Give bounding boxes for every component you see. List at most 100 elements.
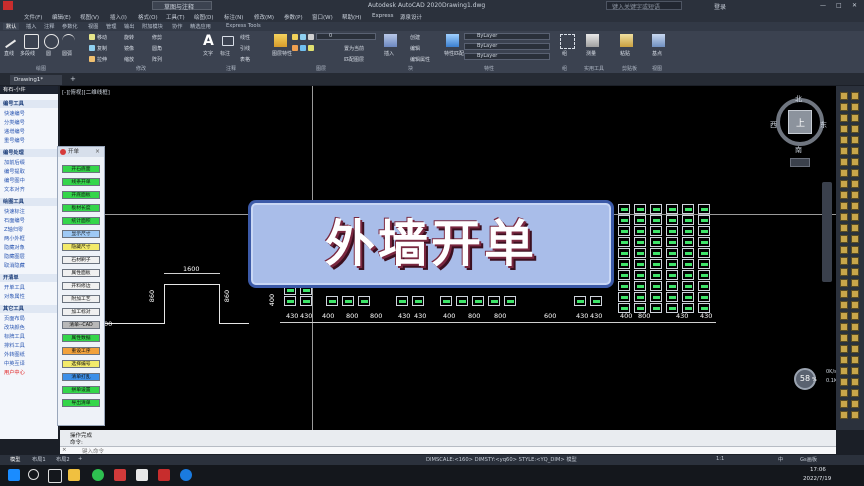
navigation-bar[interactable] — [822, 182, 832, 282]
move-button[interactable]: 移动 — [97, 34, 107, 41]
paste-button[interactable]: 粘贴 — [620, 50, 630, 57]
right-toolbar-button[interactable] — [851, 345, 859, 353]
kaidan-button[interactable]: 导出清单 — [62, 399, 100, 407]
circle-button[interactable]: 圆 — [46, 50, 51, 57]
right-toolbar-button[interactable] — [851, 279, 859, 287]
right-toolbar-button[interactable] — [840, 389, 848, 397]
right-toolbar-button[interactable] — [851, 356, 859, 364]
tab-output[interactable]: 输出 — [124, 23, 134, 30]
palette-item[interactable]: 两小外框 — [4, 235, 25, 242]
layer-tool2-icon[interactable] — [300, 45, 306, 51]
menu-format[interactable]: 格式(O) — [138, 13, 158, 21]
right-toolbar-button[interactable] — [840, 114, 848, 122]
compass-west[interactable]: 西 — [770, 120, 777, 130]
kaidan-button[interactable]: 开底面板 — [62, 191, 100, 199]
right-toolbar-button[interactable] — [840, 246, 848, 254]
array-button[interactable]: 阵列 — [152, 56, 162, 63]
palette-item[interactable]: 中英互译 — [4, 360, 25, 367]
tab-annotate[interactable]: 注释 — [44, 23, 54, 30]
command-input[interactable]: 键入命令 — [82, 447, 104, 455]
palette-section-header[interactable]: 其它工具 — [0, 305, 58, 313]
layer-bulb-icon[interactable] — [292, 34, 298, 40]
right-toolbar-button[interactable] — [840, 378, 848, 386]
scale-button[interactable]: 缩放 — [124, 56, 134, 63]
palette-section-header[interactable]: 编号工具 — [0, 100, 58, 108]
right-toolbar-button[interactable] — [851, 136, 859, 144]
insert-block-button[interactable]: 插入 — [384, 50, 394, 57]
compass-south[interactable]: 南 — [795, 145, 802, 155]
layer-lock-icon[interactable] — [308, 34, 314, 40]
menu-window[interactable]: 窗口(W) — [312, 13, 333, 21]
compass-north[interactable]: 北 — [795, 94, 802, 104]
lineweight-dropdown[interactable]: ByLayer — [464, 53, 550, 60]
windows-start-icon[interactable] — [8, 469, 20, 481]
compass-east[interactable]: 东 — [820, 120, 827, 130]
kaidan-button[interactable]: 显示尺寸 — [62, 230, 100, 238]
edit-block-button[interactable]: 编辑 — [410, 45, 420, 52]
tab-drawing1[interactable]: Drawing1* — [10, 75, 62, 85]
new-tab-icon[interactable]: + — [70, 75, 76, 83]
layer-dropdown[interactable]: 0 — [316, 33, 376, 40]
tab-default[interactable]: 默认 — [3, 23, 20, 30]
tab-layout1[interactable]: 布局1 — [32, 456, 46, 463]
fillet-button[interactable]: 圆角 — [152, 45, 162, 52]
kaidan-button[interactable]: 石材刷子 — [62, 256, 100, 264]
arc-button[interactable]: 圆弧 — [62, 50, 72, 57]
kaidan-button[interactable]: 清单--CAD — [62, 321, 100, 329]
menu-help[interactable]: 帮助(H) — [342, 13, 361, 21]
minimize-icon[interactable]: — — [820, 2, 826, 9]
login-link[interactable]: 登录 — [714, 2, 726, 11]
create-block-button[interactable]: 创建 — [410, 34, 420, 41]
right-toolbar-button[interactable] — [851, 389, 859, 397]
right-toolbar-button[interactable] — [851, 224, 859, 232]
line-icon[interactable] — [3, 37, 17, 49]
palette-section-header[interactable]: 绘图工具 — [0, 198, 58, 206]
palette-item[interactable]: 用户中心 — [4, 369, 25, 376]
wps-icon[interactable] — [114, 469, 126, 481]
kaidan-button[interactable]: 板材长度 — [62, 204, 100, 212]
menu-draw[interactable]: 绘图(D) — [194, 13, 214, 21]
edit-attributes-button[interactable]: 编辑属性 — [410, 56, 430, 63]
right-toolbar-button[interactable] — [840, 268, 848, 276]
menu-tools[interactable]: 工具(T) — [166, 13, 185, 21]
copy-button[interactable]: 复制 — [97, 45, 107, 52]
trim-button[interactable]: 修剪 — [152, 34, 162, 41]
right-toolbar-button[interactable] — [851, 158, 859, 166]
right-toolbar-button[interactable] — [851, 147, 859, 155]
group-button[interactable]: 组 — [562, 50, 567, 57]
menu-dimension[interactable]: 标注(N) — [224, 13, 243, 21]
right-toolbar-button[interactable] — [851, 235, 859, 243]
palette-header[interactable]: 有石-小许 — [0, 86, 58, 94]
right-toolbar-button[interactable] — [840, 257, 848, 265]
menu-modify[interactable]: 修改(M) — [254, 13, 274, 21]
right-toolbar-button[interactable] — [851, 246, 859, 254]
right-toolbar-button[interactable] — [840, 224, 848, 232]
kaidan-button[interactable]: 统计面积 — [62, 217, 100, 225]
right-toolbar-button[interactable] — [851, 378, 859, 386]
palette-item[interactable]: 开单工具 — [4, 284, 25, 291]
layer-properties-icon[interactable] — [274, 34, 287, 47]
annotation-scale[interactable]: 1:1 — [716, 456, 724, 462]
kaidan-button[interactable]: 开料修边 — [62, 282, 100, 290]
right-toolbar-button[interactable] — [851, 213, 859, 221]
right-toolbar-button[interactable] — [851, 367, 859, 375]
tab-addins[interactable]: 附加模块 — [142, 23, 163, 30]
tab-parametric[interactable]: 参数化 — [62, 23, 78, 30]
kaidan-button[interactable]: 隐藏尺寸 — [62, 243, 100, 251]
palette-item[interactable]: 文本对齐 — [4, 186, 25, 193]
wechat-icon[interactable] — [92, 469, 104, 481]
table-button[interactable]: 表格 — [240, 56, 250, 63]
right-toolbar-button[interactable] — [840, 169, 848, 177]
kaidan-button[interactable]: 清单打乱 — [62, 373, 100, 381]
command-close-icon[interactable]: × — [62, 447, 67, 453]
linear-button[interactable]: 线性 — [240, 34, 250, 41]
palette-item[interactable]: 石面编号 — [4, 217, 25, 224]
status-language[interactable]: 中 — [778, 456, 783, 463]
right-toolbar-button[interactable] — [851, 103, 859, 111]
kaidan-button[interactable]: 选择编号 — [62, 360, 100, 368]
search-taskbar-icon[interactable] — [28, 469, 39, 480]
match-layer-button[interactable]: 匹配图层 — [344, 56, 364, 63]
tab-insert[interactable]: 插入 — [26, 23, 36, 30]
right-toolbar-button[interactable] — [840, 235, 848, 243]
palette-item[interactable]: 隐藏图层 — [4, 253, 25, 260]
